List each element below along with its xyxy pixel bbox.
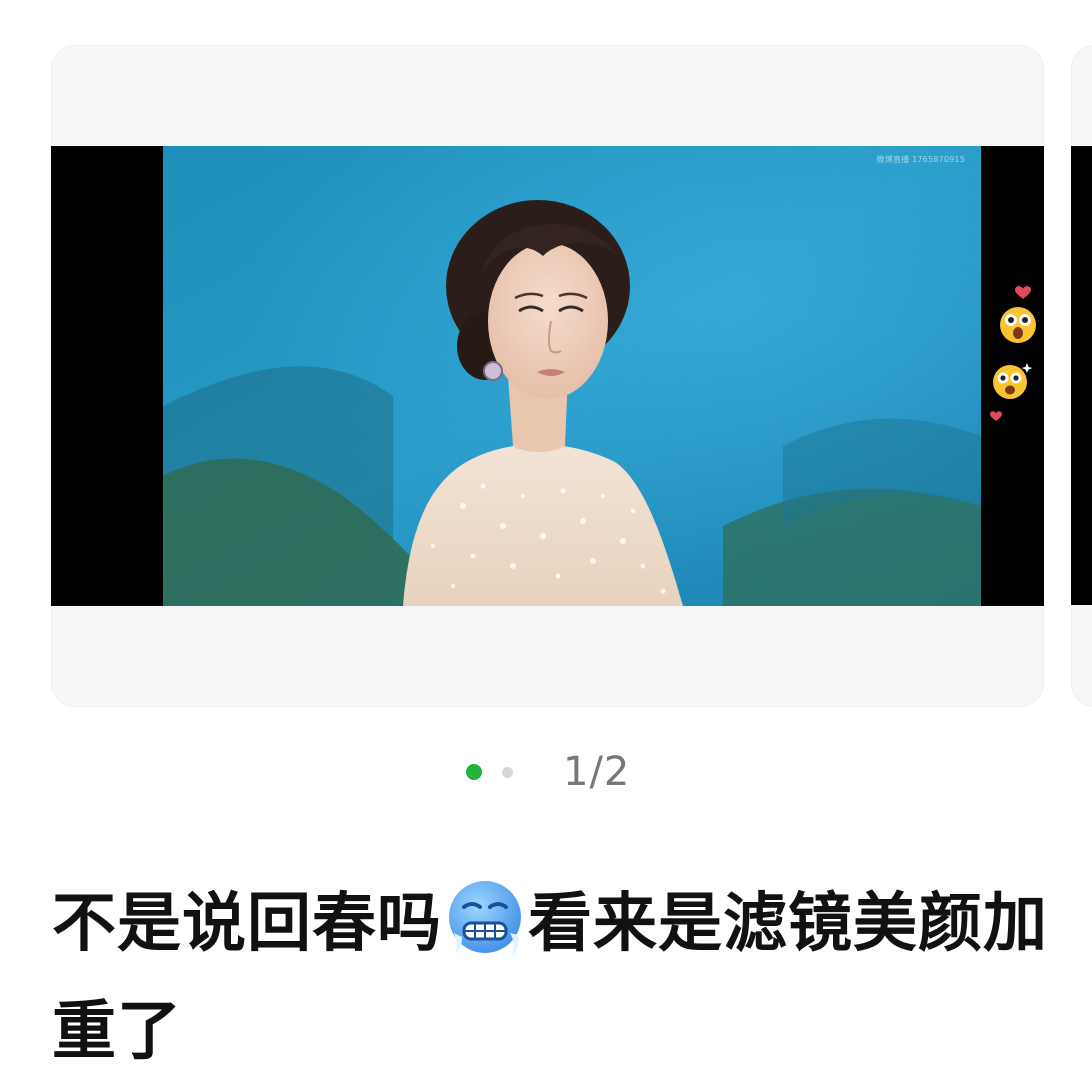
- next-media-card-peek[interactable]: [1071, 45, 1092, 707]
- heart-icon: [990, 411, 1002, 421]
- live-reactions: [981, 146, 1044, 606]
- next-video-frame: [1071, 146, 1092, 605]
- video-thumbnail[interactable]: 微博直播 1765870915: [163, 146, 981, 606]
- image-carousel[interactable]: 微博直播 1765870915: [0, 0, 1092, 720]
- page-counter: 1/2: [563, 749, 631, 795]
- starstruck-face-emoji: [993, 363, 1033, 399]
- video-watermark: 微博直播 1765870915: [876, 155, 965, 164]
- surprised-face-emoji: [1000, 307, 1036, 343]
- pager-dot-active[interactable]: [466, 764, 482, 780]
- media-card[interactable]: 微博直播 1765870915: [51, 45, 1044, 707]
- video-still-image: [163, 146, 981, 606]
- caption-text-part1: 不是说回春吗: [52, 887, 442, 961]
- post-caption: 不是说回春吗 看来是滤镜美颜加重了: [52, 870, 1052, 1086]
- video-frame[interactable]: 微博直播 1765870915: [51, 146, 1044, 606]
- pager-dot-inactive[interactable]: [502, 766, 513, 778]
- heart-icon: [1015, 286, 1031, 299]
- cold-face-emoji: [449, 881, 521, 955]
- carousel-pager: 1/2: [466, 749, 631, 795]
